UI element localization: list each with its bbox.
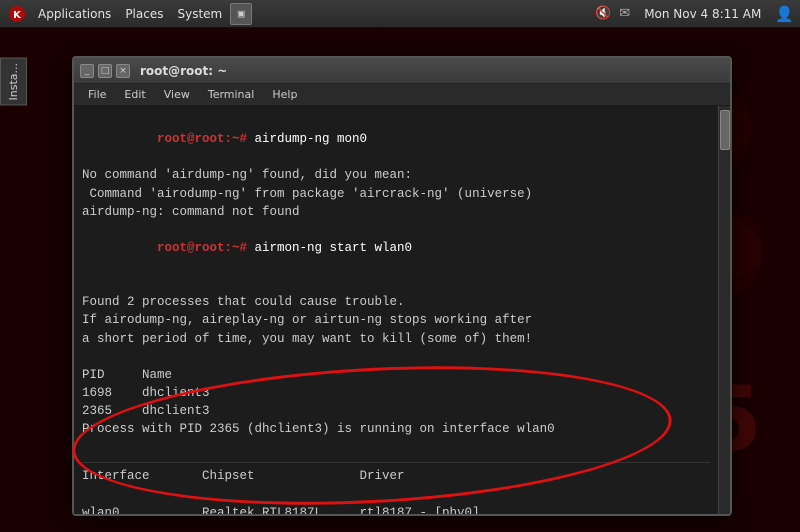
- prompt-text: root@root:~#: [157, 241, 247, 255]
- terminal-line: root@root:~# airdump-ng mon0: [82, 112, 710, 166]
- table-row-wlan0: wlan0 Realtek RTL8187L rtl8187 - [phy0]: [82, 504, 710, 514]
- menu-view[interactable]: View: [156, 86, 198, 103]
- terminal-menubar: File Edit View Terminal Help: [74, 84, 730, 106]
- table-header: Interface Chipset Driver: [82, 467, 710, 485]
- terminal-line: [82, 275, 710, 293]
- sound-icon: 🔇: [595, 6, 611, 21]
- minimize-button[interactable]: _: [80, 64, 94, 78]
- command-text: airmon-ng start wlan0: [247, 241, 412, 255]
- terminal-launch-button[interactable]: ▣: [230, 3, 252, 25]
- terminal-title: root@root: ~: [140, 64, 227, 78]
- terminal-line: Found 2 processes that could cause troub…: [82, 293, 710, 311]
- terminal-line: [82, 438, 710, 456]
- scrollbar[interactable]: [718, 106, 730, 514]
- scrollbar-thumb[interactable]: [720, 110, 730, 150]
- terminal-line: a short period of time, you may want to …: [82, 330, 710, 348]
- terminal-line: airdump-ng: command not found: [82, 203, 710, 221]
- menu-file[interactable]: File: [80, 86, 114, 103]
- places-menu[interactable]: Places: [119, 4, 169, 24]
- taskbar-right: 🔇 ✉ Mon Nov 4 8:11 AM 👤: [595, 5, 794, 23]
- terminal-line: Command 'airodump-ng' from package 'airc…: [82, 185, 710, 203]
- terminal-line: [82, 348, 710, 366]
- terminal-line: PID Name: [82, 366, 710, 384]
- system-menu[interactable]: System: [171, 4, 228, 24]
- taskbar-left: K Applications Places System ▣: [6, 3, 595, 25]
- terminal-content-area: root@root:~# airdump-ng mon0 No command …: [74, 106, 730, 514]
- terminal-line: No command 'airdump-ng' found, did you m…: [82, 166, 710, 184]
- menu-help[interactable]: Help: [264, 86, 305, 103]
- interface-table: Interface Chipset Driver wlan0 Realtek R…: [82, 462, 710, 514]
- user-icon: 👤: [775, 5, 794, 23]
- menu-terminal[interactable]: Terminal: [200, 86, 263, 103]
- terminal-line: root@root:~# airmon-ng start wlan0: [82, 221, 710, 275]
- terminal-body[interactable]: root@root:~# airdump-ng mon0 No command …: [74, 106, 718, 514]
- close-button[interactable]: ×: [116, 64, 130, 78]
- clock: Mon Nov 4 8:11 AM: [638, 5, 767, 23]
- prompt-text: root@root:~#: [157, 132, 247, 146]
- terminal-line: If airodump-ng, aireplay-ng or airtun-ng…: [82, 311, 710, 329]
- menu-edit[interactable]: Edit: [116, 86, 153, 103]
- terminal-line: 1698 dhclient3: [82, 384, 710, 402]
- command-text: airdump-ng mon0: [247, 132, 367, 146]
- desktop: backtrack 5 Insta... _ □ × root@root: ~ …: [0, 28, 800, 532]
- maximize-button[interactable]: □: [98, 64, 112, 78]
- kali-icon: K: [6, 3, 28, 25]
- terminal-line: 2365 dhclient3: [82, 402, 710, 420]
- install-button[interactable]: Insta...: [0, 58, 27, 106]
- terminal-titlebar: _ □ × root@root: ~: [74, 58, 730, 84]
- mail-icon: ✉: [619, 6, 630, 21]
- terminal-line: Process with PID 2365 (dhclient3) is run…: [82, 420, 710, 438]
- terminal-window: _ □ × root@root: ~ File Edit View Termin…: [72, 56, 732, 516]
- terminal-line: [82, 486, 710, 504]
- taskbar: K Applications Places System ▣ 🔇 ✉ Mon N…: [0, 0, 800, 28]
- svg-text:K: K: [13, 10, 22, 21]
- applications-menu[interactable]: Applications: [32, 4, 117, 24]
